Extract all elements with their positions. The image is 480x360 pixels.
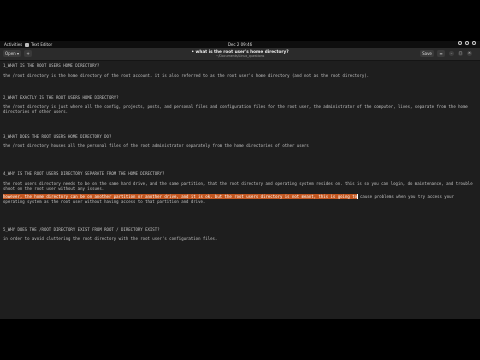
question-4: 4_WHY IS THE ROOT USERS DIRECTORY SEPARA… <box>3 171 165 176</box>
maximize-button[interactable]: □ <box>458 51 463 56</box>
answer-1: the /root directory is the home director… <box>3 73 370 78</box>
clock[interactable]: Dec 2 09:46 <box>0 41 480 48</box>
power-icon <box>472 41 476 45</box>
open-button[interactable]: Open ▾ <box>3 50 21 57</box>
document-title: • what is the root user's home directory… <box>191 49 289 54</box>
question-1: 1_WHAT IS THE ROOT USERS HOME DIRECTORY? <box>3 63 100 68</box>
top-bar: Activities Text Editor Dec 2 09:46 <box>0 41 480 48</box>
answer-4-continued: however, the home directory can be on an… <box>3 194 477 204</box>
desktop-screen: Activities Text Editor Dec 2 09:46 Open … <box>0 41 480 319</box>
answer-5: in order to avoid cluttering the root di… <box>3 236 218 241</box>
answer-3: the /root directory houses all the perso… <box>3 143 309 148</box>
hamburger-menu-button[interactable]: ≡ <box>437 50 445 57</box>
text-editor-area[interactable]: 1_WHAT IS THE ROOT USERS HOME DIRECTORY?… <box>0 61 480 319</box>
editor-header-bar: Open ▾ + • what is the root user's home … <box>0 48 480 61</box>
answer-4: the root users directory needs to be on … <box>3 181 476 191</box>
save-button[interactable]: Save <box>420 50 434 57</box>
minimize-button[interactable]: – <box>449 51 454 56</box>
volume-icon <box>465 41 469 45</box>
system-tray[interactable] <box>458 41 476 45</box>
question-2: 2_WHAT EXACTLY IS THE ROOT USERS HOME DI… <box>3 95 119 100</box>
close-button[interactable]: ✕ <box>467 51 472 56</box>
question-5: 5_WHY DOES THE /ROOT DIRECTORY EXIST FRO… <box>3 227 160 232</box>
new-tab-button[interactable]: + <box>24 50 32 57</box>
document-title-block: • what is the root user's home directory… <box>0 49 480 58</box>
network-icon <box>458 41 462 45</box>
answer-2: the /root directory is just where all th… <box>3 104 471 114</box>
document-path: ~/Documents/Linux_questions <box>215 54 265 58</box>
question-3: 3_WHAT DOES THE ROOT USERS HOME DIRECTOR… <box>3 134 112 139</box>
